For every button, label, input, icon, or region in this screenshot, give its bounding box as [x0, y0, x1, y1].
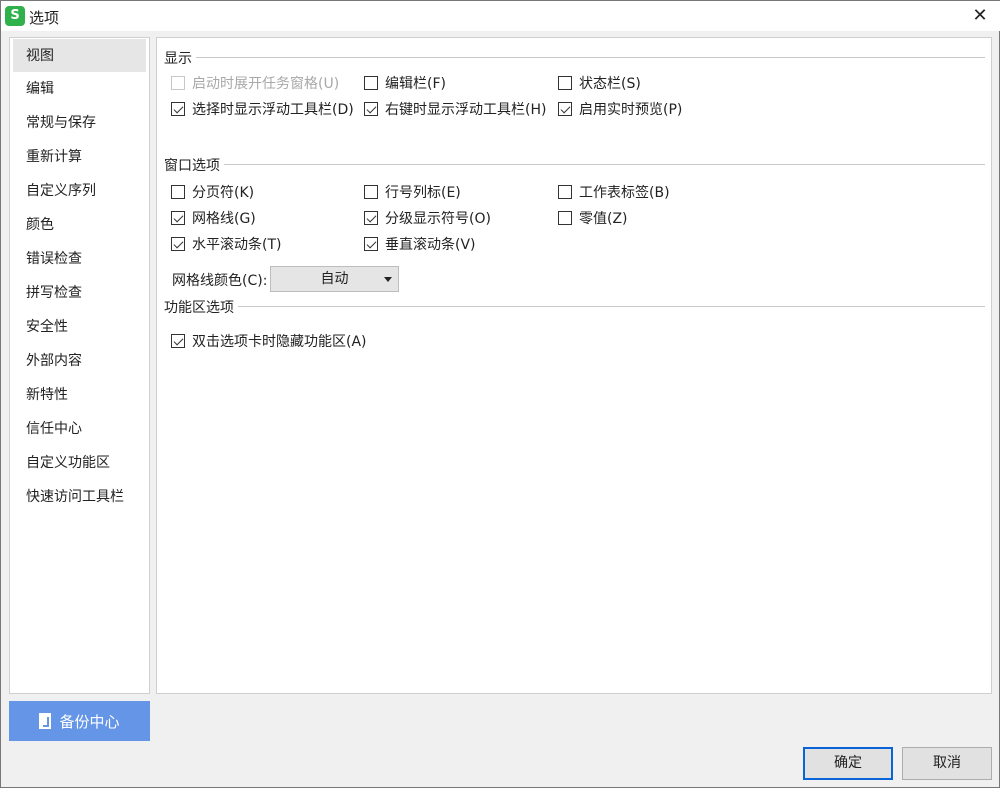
checkbox-option[interactable]: 零值(Z) [558, 208, 628, 228]
checkbox-label: 选择时显示浮动工具栏(D) [192, 102, 354, 118]
options-panel: 显示 窗口选项 网格线颜色(C): 自动 功能区选项 启动时展开任务窗格(U) 编… [156, 37, 992, 694]
checkbox-label: 水平滚动条(T) [192, 237, 282, 253]
checkbox-option[interactable]: 行号列标(E) [364, 182, 461, 202]
checkbox-unchecked-icon [364, 185, 378, 199]
backup-icon [39, 713, 52, 729]
checkbox-option[interactable]: 垂直滚动条(V) [364, 234, 476, 254]
checkbox-option[interactable]: 分页符(K) [171, 182, 254, 202]
grid-color-dropdown[interactable]: 自动 [270, 266, 399, 292]
sidebar-item[interactable]: 快速访问工具栏 [13, 480, 146, 514]
checkbox-label: 网格线(G) [192, 211, 256, 227]
sidebar-item[interactable]: 自定义功能区 [13, 446, 146, 480]
close-icon[interactable]: ✕ [967, 3, 993, 29]
checkbox-label: 启用实时预览(P) [579, 102, 683, 118]
checkbox-unchecked-icon [558, 185, 572, 199]
checkbox-option[interactable]: 启动时展开任务窗格(U) [171, 73, 339, 93]
checkbox-checked-icon [364, 102, 378, 116]
section-title: 功能区选项 [164, 300, 238, 316]
sidebar-item[interactable]: 常规与保存 [13, 106, 146, 140]
checkbox-option[interactable]: 分级显示符号(O) [364, 208, 491, 228]
checkbox-unchecked-icon [558, 76, 572, 90]
grid-color-label: 网格线颜色(C): [172, 273, 268, 289]
sidebar: 视图 编辑 常规与保存 重新计算 自定义序列 颜色 错误检查 拼写检查 安全性 外部内容 新特性 信任… [9, 37, 150, 694]
sidebar-item[interactable]: 视图 [13, 39, 146, 72]
checkbox-label: 工作表标签(B) [579, 185, 670, 201]
backup-center-button[interactable]: 备份中心 [9, 701, 150, 741]
app-logo-icon: S [5, 6, 25, 26]
section-display: 显示 [164, 48, 985, 67]
checkbox-checked-icon [171, 211, 185, 225]
checkbox-checked-icon [364, 237, 378, 251]
sidebar-item[interactable]: 信任中心 [13, 412, 146, 446]
sidebar-item[interactable]: 错误检查 [13, 242, 146, 276]
checkbox-option[interactable]: 水平滚动条(T) [171, 234, 281, 254]
sidebar-item[interactable]: 编辑 [13, 72, 146, 106]
checkbox-checked-icon [364, 211, 378, 225]
checkbox-label: 右键时显示浮动工具栏(H) [385, 102, 547, 118]
sidebar-item[interactable]: 自定义序列 [13, 174, 146, 208]
checkbox-option[interactable]: 启用实时预览(P) [558, 99, 682, 119]
section-title: 窗口选项 [164, 158, 224, 174]
checkbox-label: 分页符(K) [192, 185, 255, 201]
title-bar: S 选项 ✕ [1, 1, 1000, 31]
sidebar-item[interactable]: 外部内容 [13, 344, 146, 378]
checkbox-checked-icon [171, 334, 185, 348]
sidebar-item[interactable]: 拼写检查 [13, 276, 146, 310]
sidebar-item[interactable]: 安全性 [13, 310, 146, 344]
sidebar-item[interactable]: 新特性 [13, 378, 146, 412]
chevron-down-icon [384, 277, 392, 282]
checkbox-option[interactable]: 选择时显示浮动工具栏(D) [171, 99, 354, 119]
checkbox-checked-icon [171, 237, 185, 251]
checkbox-checked-icon [558, 102, 572, 116]
checkbox-option[interactable]: 编辑栏(F) [364, 73, 446, 93]
sidebar-item[interactable]: 重新计算 [13, 140, 146, 174]
checkbox-unchecked-icon [171, 76, 185, 90]
checkbox-option[interactable]: 工作表标签(B) [558, 182, 670, 202]
dropdown-value: 自动 [320, 271, 349, 287]
checkbox-label: 零值(Z) [579, 211, 628, 227]
checkbox-label: 状态栏(S) [579, 76, 641, 92]
window-title: 选项 [29, 9, 60, 27]
checkbox-option[interactable]: 双击选项卡时隐藏功能区(A) [171, 331, 367, 351]
checkbox-label: 行号列标(E) [385, 185, 461, 201]
checkbox-option[interactable]: 状态栏(S) [558, 73, 641, 93]
sidebar-item[interactable]: 颜色 [13, 208, 146, 242]
checkbox-checked-icon [171, 102, 185, 116]
checkbox-label: 双击选项卡时隐藏功能区(A) [192, 334, 367, 350]
section-title: 显示 [164, 51, 196, 67]
checkbox-label: 分级显示符号(O) [385, 211, 491, 227]
checkbox-unchecked-icon [171, 185, 185, 199]
section-ribbon: 功能区选项 [164, 297, 985, 316]
checkbox-option[interactable]: 右键时显示浮动工具栏(H) [364, 99, 546, 119]
checkbox-label: 启动时展开任务窗格(U) [192, 76, 340, 92]
checkbox-label: 垂直滚动条(V) [385, 237, 476, 253]
backup-label: 备份中心 [59, 712, 120, 731]
ok-button[interactable]: 确定 [803, 747, 893, 780]
cancel-button[interactable]: 取消 [902, 747, 992, 780]
checkbox-option[interactable]: 网格线(G) [171, 208, 256, 228]
checkbox-unchecked-icon [558, 211, 572, 225]
checkbox-unchecked-icon [364, 76, 378, 90]
section-window-options: 窗口选项 [164, 155, 985, 174]
checkbox-label: 编辑栏(F) [385, 76, 446, 92]
